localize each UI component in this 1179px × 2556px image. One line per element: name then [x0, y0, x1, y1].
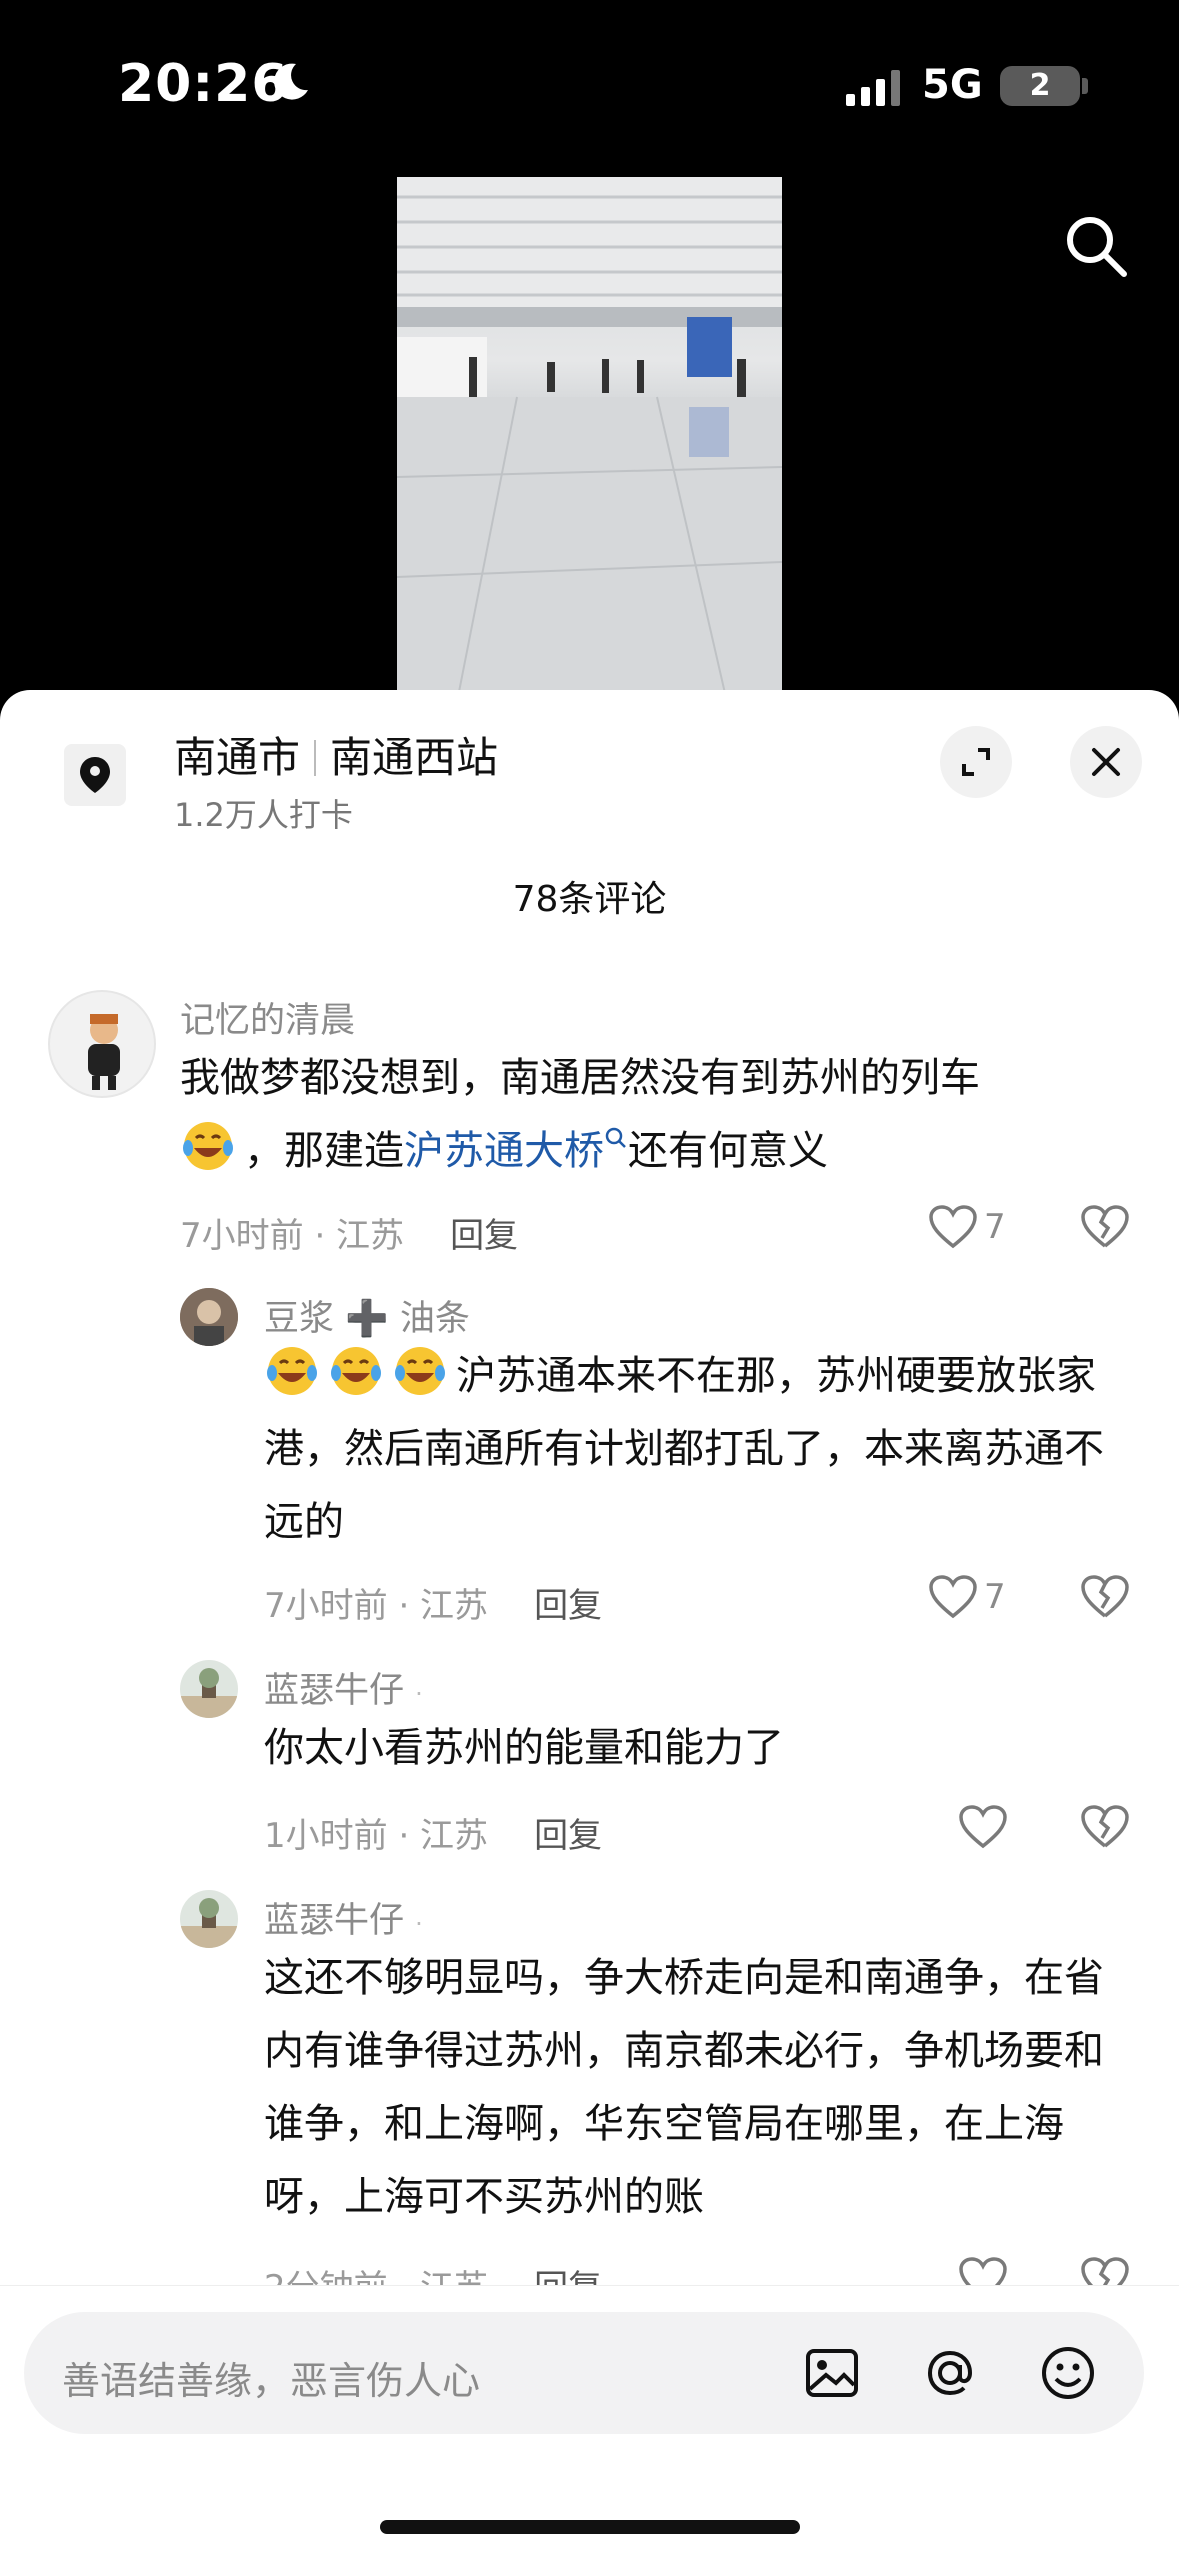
broken-heart-icon[interactable]	[1080, 1574, 1130, 1620]
broken-heart-icon[interactable]	[1080, 1204, 1130, 1250]
username-dot: ·	[415, 1910, 423, 1938]
like-button[interactable]: 7	[928, 1574, 1006, 1620]
reply-button[interactable]: 回复	[450, 1216, 518, 1256]
heart-icon	[929, 1575, 977, 1619]
laugh-cry-emoji	[395, 1347, 445, 1395]
topic-link[interactable]: 沪苏通大桥	[404, 1128, 604, 1174]
comment-text-part: 我做梦都没想到，南通居然没有到苏州的列车	[180, 1055, 980, 1101]
search-icon[interactable]	[604, 1126, 628, 1150]
comment-text: 沪苏通本来不在那，苏州硬要放张家港，然后南通所有计划都打乱了，本来离苏通不远的	[264, 1340, 1134, 1559]
comment-text-part: 沪苏通本来不在那，苏州硬要放张家港，然后南通所有计划都打乱了，本来离苏通不远的	[264, 1353, 1104, 1545]
comment-input-placeholder: 善语结善缘，恶言伤人心	[62, 2359, 481, 2403]
avatar[interactable]	[180, 1660, 238, 1718]
laugh-cry-emoji	[183, 1122, 233, 1170]
battery-tip	[1082, 78, 1088, 94]
comment-username[interactable]: 豆浆 ➕ 油条	[264, 1290, 470, 1341]
avatar[interactable]	[180, 1288, 238, 1346]
avatar[interactable]	[180, 1890, 238, 1948]
network-type: 5G	[922, 62, 983, 108]
home-indicator	[380, 2520, 800, 2534]
expand-icon	[962, 748, 990, 776]
username-dot: ·	[415, 1680, 423, 1708]
username-text: 蓝瑟牛仔	[264, 1901, 405, 1941]
comment-input-bar: 善语结善缘，恶言伤人心	[0, 2285, 1179, 2556]
comment-meta: 7小时前 · 江苏 回复	[180, 1208, 518, 1257]
status-time: 20:26	[118, 54, 289, 114]
comment-text: 这还不够明显吗，争大桥走向是和南通争，在省内有谁争得过苏州，南京都未必行，争机场…	[264, 1955, 1104, 2220]
broken-heart-icon[interactable]	[1080, 1804, 1130, 1850]
laugh-cry-emoji	[331, 1347, 381, 1395]
moon-icon	[274, 63, 308, 100]
expand-button[interactable]	[940, 726, 1012, 798]
status-bar: 20:26 5G 2	[0, 0, 1179, 170]
comments-sheet: 南通市 南通西站 1.2万人打卡 78条评论 记忆的清晨 我做梦都没想到，南通居然…	[0, 690, 1179, 2556]
comment-text: 你太小看苏州的能量和能力了	[264, 1725, 784, 1771]
location-pin-icon	[64, 744, 126, 806]
comment-meta: 1小时前 · 江苏 回复	[264, 1808, 602, 1857]
comment-text: 我做梦都没想到，南通居然没有到苏州的列车 ，那建造沪苏通大桥 还有何意义	[180, 1042, 1120, 1188]
comment-input[interactable]: 善语结善缘，恶言伤人心	[24, 2312, 1144, 2434]
location-city: 南通市	[174, 733, 301, 782]
video-preview[interactable]	[397, 177, 782, 702]
comment-username[interactable]: 蓝瑟牛仔 ·	[264, 1892, 423, 1943]
heart-icon	[959, 1805, 1007, 1849]
like-count: 7	[984, 1577, 1006, 1617]
comment-username[interactable]: 蓝瑟牛仔 ·	[264, 1662, 423, 1713]
battery-indicator: 2	[1000, 66, 1080, 106]
comment-username[interactable]: 记忆的清晨	[180, 992, 355, 1043]
comment-count: 78条评论	[512, 879, 667, 920]
like-count: 7	[984, 1207, 1006, 1247]
station-hall-image	[397, 177, 782, 702]
location-title[interactable]: 南通市 南通西站	[174, 724, 498, 785]
heart-icon	[929, 1205, 977, 1249]
reply-button[interactable]: 回复	[534, 1586, 602, 1626]
checkin-count: 1.2万人打卡	[174, 796, 353, 834]
comment-time-location: 1小时前 · 江苏	[264, 1816, 489, 1856]
emoji-icon[interactable]	[1038, 2343, 1098, 2403]
close-button[interactable]	[1070, 726, 1142, 798]
signal-icon	[846, 70, 900, 106]
like-button[interactable]	[958, 1804, 1008, 1850]
laugh-cry-emoji	[267, 1347, 317, 1395]
comment-text-part: ，那建造	[244, 1128, 404, 1174]
comment-time-location: 7小时前 · 江苏	[264, 1586, 489, 1626]
image-icon[interactable]	[802, 2343, 862, 2403]
comment-meta: 7小时前 · 江苏 回复	[264, 1578, 602, 1627]
close-icon	[1092, 748, 1120, 776]
location-place: 南通西站	[330, 733, 499, 782]
reply-button[interactable]: 回复	[534, 1816, 602, 1856]
like-button[interactable]: 7	[928, 1204, 1006, 1250]
comment-text-part: 还有何意义	[628, 1128, 828, 1174]
divider	[314, 740, 317, 776]
comment-time-location: 7小时前 · 江苏	[180, 1216, 405, 1256]
search-icon[interactable]	[1060, 210, 1132, 282]
username-text: 蓝瑟牛仔	[264, 1671, 405, 1711]
at-icon[interactable]	[920, 2343, 980, 2403]
avatar[interactable]	[48, 990, 156, 1098]
